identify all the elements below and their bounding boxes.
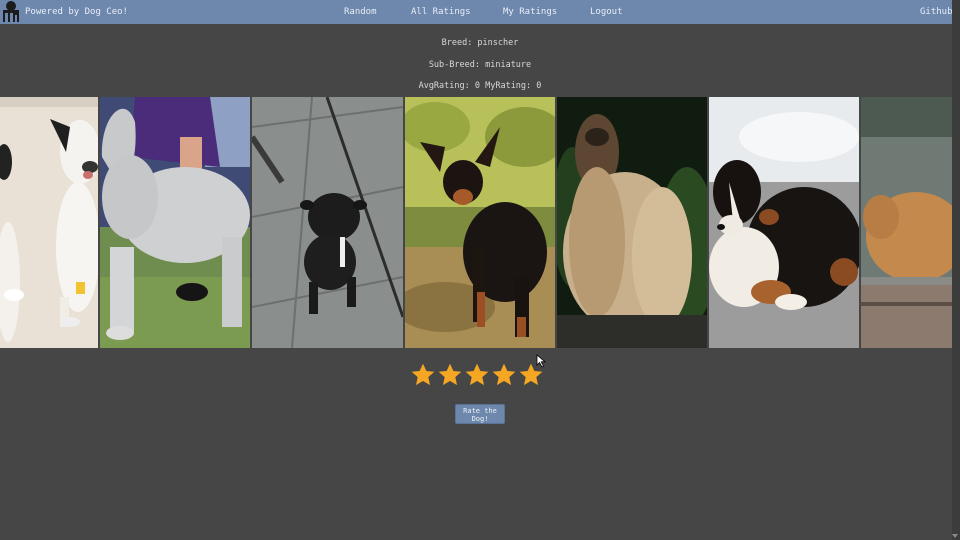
nav-github[interactable]: Github <box>920 7 953 17</box>
nav-logout[interactable]: Logout <box>590 7 623 17</box>
star-icon[interactable] <box>410 362 436 388</box>
scroll-down-arrow-icon[interactable] <box>952 534 958 538</box>
sub-breed-label: Sub-Breed: miniature <box>428 60 532 70</box>
bedlington-terrier-photo <box>100 97 250 348</box>
afghan-hound-photo <box>557 97 707 348</box>
ratings-label: AvgRating: 0 MyRating: 0 <box>418 81 542 91</box>
star-icon[interactable] <box>464 362 490 388</box>
mouse-cursor-icon <box>536 354 547 368</box>
star-icon[interactable] <box>491 362 517 388</box>
black-puppy-photo <box>252 97 403 348</box>
powered-by-link[interactable]: Powered by Dog Ceo! <box>25 7 128 17</box>
border-collie-photo <box>0 97 98 348</box>
miniature-pinscher-photo <box>405 97 555 348</box>
navbar: Powered by Dog Ceo! Random All Ratings M… <box>0 0 953 24</box>
dog-photo-gallery <box>0 97 952 348</box>
nav-random[interactable]: Random <box>344 7 377 17</box>
bernese-mountain-dog-photo <box>709 97 859 348</box>
dog-logo-icon[interactable] <box>0 0 24 24</box>
star-icon[interactable] <box>437 362 463 388</box>
breed-label: Breed: pinscher <box>441 38 519 48</box>
rate-the-dog-button[interactable]: Rate the Dog! <box>455 404 505 424</box>
vertical-scrollbar[interactable] <box>952 0 960 540</box>
nav-my-ratings[interactable]: My Ratings <box>503 7 557 17</box>
nav-all-ratings[interactable]: All Ratings <box>411 7 471 17</box>
tan-dog-photo <box>861 97 952 348</box>
